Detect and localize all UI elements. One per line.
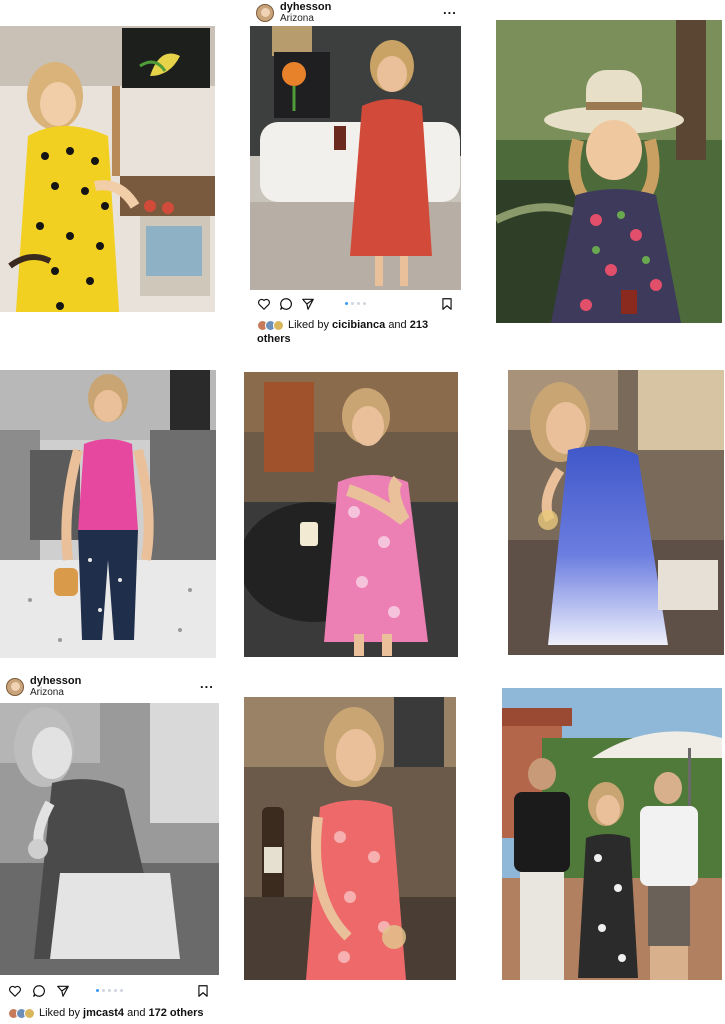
photo-cowboy-hat-floral-jumpsuit[interactable]: [496, 20, 722, 323]
comment-icon[interactable]: [32, 984, 46, 998]
carousel-indicator: [345, 302, 366, 305]
photo-image: [244, 697, 456, 980]
username[interactable]: dyhesson: [30, 676, 81, 687]
likes-count[interactable]: 213: [410, 319, 428, 331]
liked-by-username[interactable]: cicibianca: [332, 319, 385, 331]
more-options-button[interactable]: ...: [443, 2, 457, 17]
carousel-dot: [357, 302, 360, 305]
avatar[interactable]: [6, 678, 24, 696]
heart-icon[interactable]: [8, 984, 22, 998]
photo-patio-group-umbrella[interactable]: [502, 688, 722, 980]
likes-count[interactable]: 172 others: [149, 1007, 204, 1019]
liked-by-username[interactable]: jmcast4: [83, 1007, 124, 1019]
post-header-names: dyhesson Arizona: [280, 2, 331, 25]
heart-icon[interactable]: [257, 297, 271, 311]
share-icon[interactable]: [56, 984, 70, 998]
likes-prefix: Liked by: [39, 1007, 80, 1019]
photo-image: [508, 370, 724, 655]
photo-pink-tank-jeans-studio[interactable]: [0, 370, 216, 658]
photo-image: [244, 372, 458, 657]
more-options-button[interactable]: ...: [200, 676, 214, 691]
photo-image: [502, 688, 722, 980]
likes-suffix[interactable]: others: [257, 333, 291, 345]
carousel-indicator: [96, 989, 123, 992]
post-header: dyhesson Arizona: [256, 2, 456, 24]
post-actions: [257, 297, 462, 313]
photo-blue-ombre-dress[interactable]: [508, 370, 724, 655]
post-header: dyhesson Arizona: [6, 676, 206, 698]
photo-yellow-polka-dress-painting[interactable]: [0, 26, 215, 312]
likes-summary[interactable]: Liked by cicibianca and 213 others: [257, 318, 457, 346]
carousel-dot: [102, 989, 105, 992]
location[interactable]: Arizona: [30, 687, 81, 698]
share-icon[interactable]: [301, 297, 315, 311]
carousel-dot: [108, 989, 111, 992]
comment-icon[interactable]: [279, 297, 293, 311]
photo-image: [0, 26, 215, 312]
carousel-dot: [96, 989, 99, 992]
carousel-dot: [120, 989, 123, 992]
photo-red-dress-flower-painting[interactable]: [250, 26, 461, 290]
location[interactable]: Arizona: [280, 13, 331, 24]
likes-and: and: [388, 319, 407, 331]
post-header-names: dyhesson Arizona: [30, 676, 81, 699]
photo-image: [496, 20, 722, 323]
username[interactable]: dyhesson: [280, 2, 331, 13]
liker-avatars: [8, 1007, 35, 1019]
photo-pink-floral-dress-kitchen[interactable]: [244, 372, 458, 657]
likes-summary[interactable]: Liked by jmcast4 and 172 others: [8, 1006, 223, 1020]
photo-image: [0, 703, 219, 975]
photo-coral-print-dress-wine[interactable]: [244, 697, 456, 980]
photo-image: [250, 26, 461, 290]
likes-and: and: [127, 1007, 146, 1019]
bookmark-icon[interactable]: [440, 297, 454, 311]
carousel-dot: [345, 302, 348, 305]
post-actions: [8, 984, 212, 1000]
carousel-dot: [363, 302, 366, 305]
bookmark-icon[interactable]: [196, 984, 210, 998]
likes-prefix: Liked by: [288, 319, 329, 331]
liker-avatars: [257, 319, 284, 331]
carousel-dot: [351, 302, 354, 305]
avatar[interactable]: [256, 4, 274, 22]
photo-black-white-dress-post[interactable]: [0, 703, 219, 975]
photo-image: [0, 370, 216, 658]
carousel-dot: [114, 989, 117, 992]
